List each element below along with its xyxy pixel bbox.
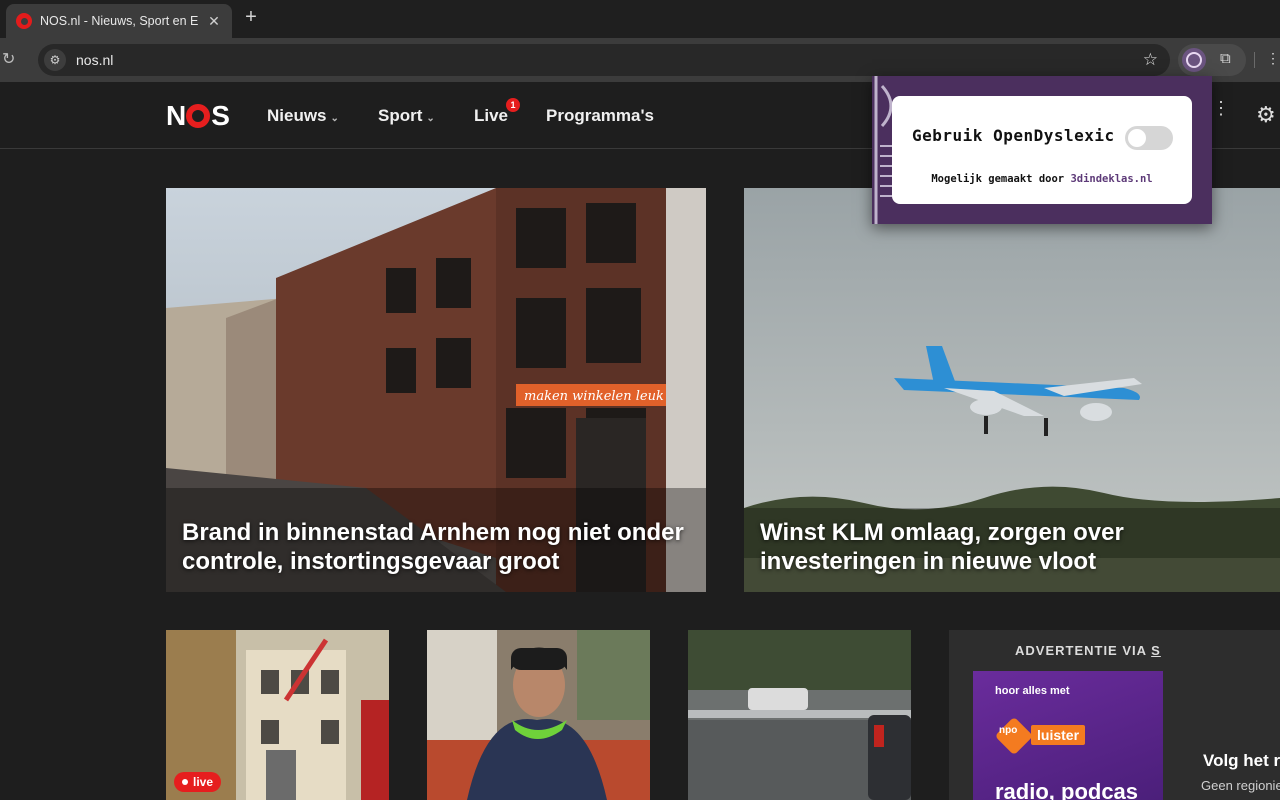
browser-menu-icon[interactable]: ⋮	[1266, 50, 1280, 67]
article-card-man-portrait[interactable]	[427, 630, 650, 800]
reload-icon[interactable]: ↻	[2, 49, 15, 69]
npo-luister-logo: npo luister	[994, 716, 1086, 757]
live-label: live	[193, 775, 214, 789]
nav-item-live[interactable]: Live 1	[474, 98, 520, 126]
live-dot-icon	[182, 779, 188, 785]
ad-label-link[interactable]: S	[1151, 643, 1161, 658]
more-options-icon[interactable]: ⋮	[1212, 99, 1230, 117]
browser-tab[interactable]: NOS.nl - Nieuws, Sport en Ev ✕	[6, 4, 232, 38]
live-count-badge: 1	[506, 98, 520, 112]
nav-item-sport[interactable]: Sport ⌄	[378, 106, 435, 126]
ad-big-text: radio, podcas	[995, 779, 1139, 800]
opendyslexic-toggle[interactable]	[1125, 126, 1173, 150]
browser-tab-bar: NOS.nl - Nieuws, Sport en Ev ✕ +	[0, 0, 1280, 38]
article-card-highway-accident[interactable]	[688, 630, 911, 800]
toggle-knob	[1128, 129, 1146, 147]
luister-text: luister	[1031, 725, 1086, 745]
settings-gear-icon[interactable]: ⚙	[1256, 102, 1276, 128]
npo-hex-icon	[994, 716, 1034, 756]
opendyslexic-popup: Gebruik OpenDyslexic Mogelijk gemaakt do…	[872, 76, 1212, 224]
svg-text:maken winkelen leuk: maken winkelen leuk	[524, 389, 664, 404]
hero-article-arnhem-fire[interactable]: maken winkelen leuk Brand in binnenstad …	[166, 188, 706, 592]
nav-item-label: Programma's	[546, 106, 654, 125]
address-bar[interactable]: ⚙ nos.nl ☆	[38, 44, 1170, 76]
ad-label: ADVERTENTIE VIA S	[1015, 643, 1163, 658]
live-badge: live	[174, 772, 222, 792]
new-tab-button[interactable]: +	[240, 6, 262, 29]
extensions-puzzle-icon[interactable]: ⧉	[1220, 50, 1231, 67]
nav-item-label: Nieuws	[267, 106, 327, 125]
credit-prefix: Mogelijk gemaakt door	[931, 173, 1071, 185]
advertisement-block: ADVERTENTIE VIA S hoor alles met npo lui…	[949, 630, 1280, 800]
opendyslexic-extension-icon[interactable]	[1182, 48, 1206, 72]
chevron-down-icon: ⌄	[426, 113, 435, 124]
nav-item-label: Sport	[378, 106, 423, 125]
follow-subtitle: Geen regionie	[1201, 778, 1280, 793]
chevron-down-icon: ⌄	[330, 113, 339, 124]
article-card-arnhem-fire-live[interactable]: live	[166, 630, 389, 800]
popup-card: Gebruik OpenDyslexic Mogelijk gemaakt do…	[892, 96, 1192, 204]
thumb-image-man	[427, 630, 650, 800]
tab-close-icon[interactable]: ✕	[206, 13, 222, 30]
bookmark-star-icon[interactable]: ☆	[1143, 50, 1158, 70]
url-text[interactable]: nos.nl	[76, 52, 113, 68]
ad-label-prefix: ADVERTENTIE VIA	[1015, 643, 1152, 658]
credit-link[interactable]: 3dindeklas.nl	[1070, 173, 1152, 185]
site-info-icon[interactable]: ⚙	[44, 49, 66, 71]
logo-o-icon	[186, 104, 211, 128]
hero-title[interactable]: Brand in binnenstad Arnhem nog niet onde…	[182, 518, 690, 576]
nav-item-nieuws[interactable]: Nieuws ⌄	[267, 106, 339, 126]
toolbar-divider	[1254, 52, 1255, 68]
hero-article-klm[interactable]: Winst KLM omlaag, zorgen over investerin…	[744, 188, 1280, 592]
nos-favicon-icon	[16, 13, 32, 29]
hero-title[interactable]: Winst KLM omlaag, zorgen over investerin…	[760, 518, 1264, 576]
popup-credit: Mogelijk gemaakt door 3dindeklas.nl	[892, 173, 1192, 185]
ad-banner-npo-luister[interactable]: hoor alles met npo luister radio, podcas	[973, 671, 1163, 800]
thumb-image-highway	[688, 630, 911, 800]
nos-logo[interactable]: NS	[166, 100, 230, 132]
opendyslexic-label: Gebruik OpenDyslexic	[912, 126, 1115, 145]
logo-letter-s: S	[211, 100, 230, 131]
tab-title: NOS.nl - Nieuws, Sport en Ev	[40, 14, 198, 28]
nav-item-label: Live	[474, 106, 509, 125]
extensions-group: ⧉	[1178, 44, 1246, 76]
follow-title: Volg het r	[1203, 751, 1280, 770]
npo-mark: npo	[999, 725, 1018, 736]
nav-item-programmas[interactable]: Programma's	[546, 106, 654, 126]
ad-small-text: hoor alles met	[995, 685, 1070, 697]
logo-letter-n: N	[166, 100, 186, 131]
